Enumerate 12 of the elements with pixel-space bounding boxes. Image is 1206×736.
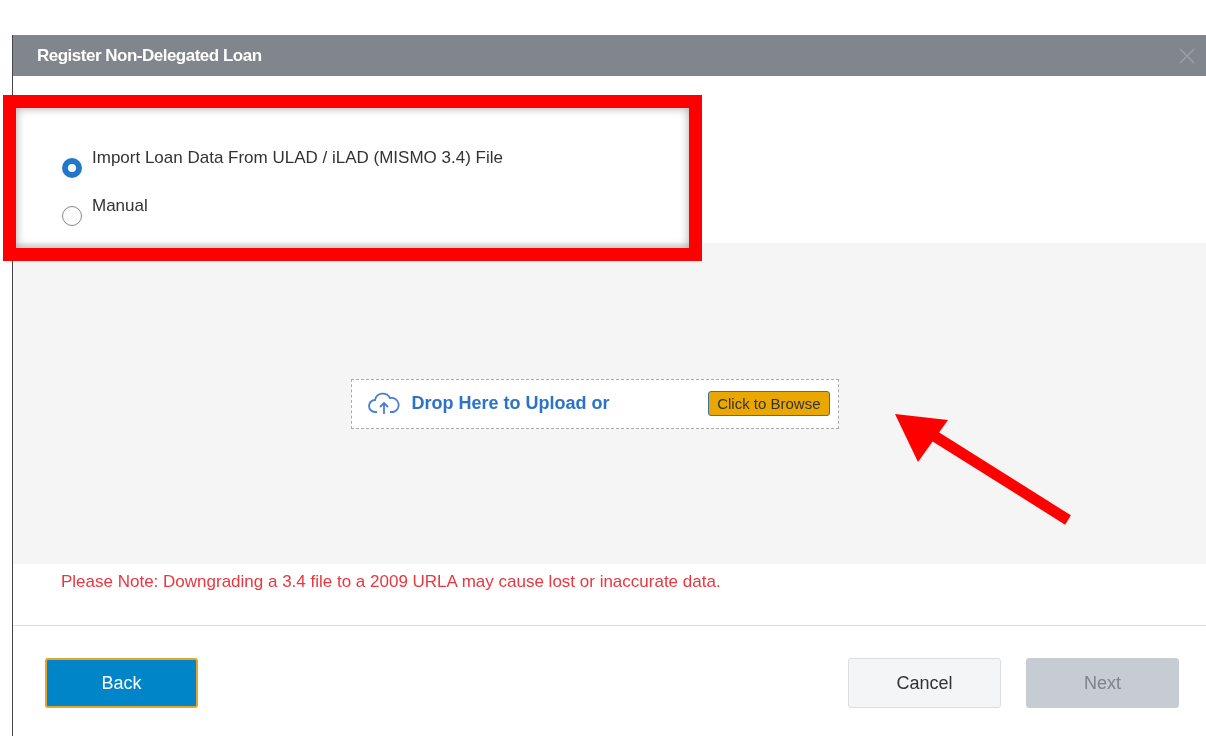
cloud-upload-icon <box>367 391 400 416</box>
radio-button[interactable] <box>62 158 82 178</box>
warning-note: Please Note: Downgrading a 3.4 file to a 2009 URLA may cause lost or inaccurate data. <box>13 564 1206 626</box>
upload-prompt: Drop Here to Upload or <box>411 393 611 414</box>
action-button[interactable]: Back <box>45 658 198 708</box>
radio-label[interactable]: Manual <box>92 196 148 216</box>
cancel-button[interactable]: Cancel <box>848 658 1001 708</box>
radio-label[interactable]: Import Loan Data From ULAD / iLAD (MISMO 3.4) File <box>92 148 503 168</box>
browse-button[interactable]: Click to Browse <box>708 391 830 416</box>
radio-button[interactable] <box>62 206 82 226</box>
dialog-title: Register Non-Delegated Loan <box>37 45 262 66</box>
drop-target[interactable]: Drop Here to Upload or Click to Browse <box>350 378 839 429</box>
